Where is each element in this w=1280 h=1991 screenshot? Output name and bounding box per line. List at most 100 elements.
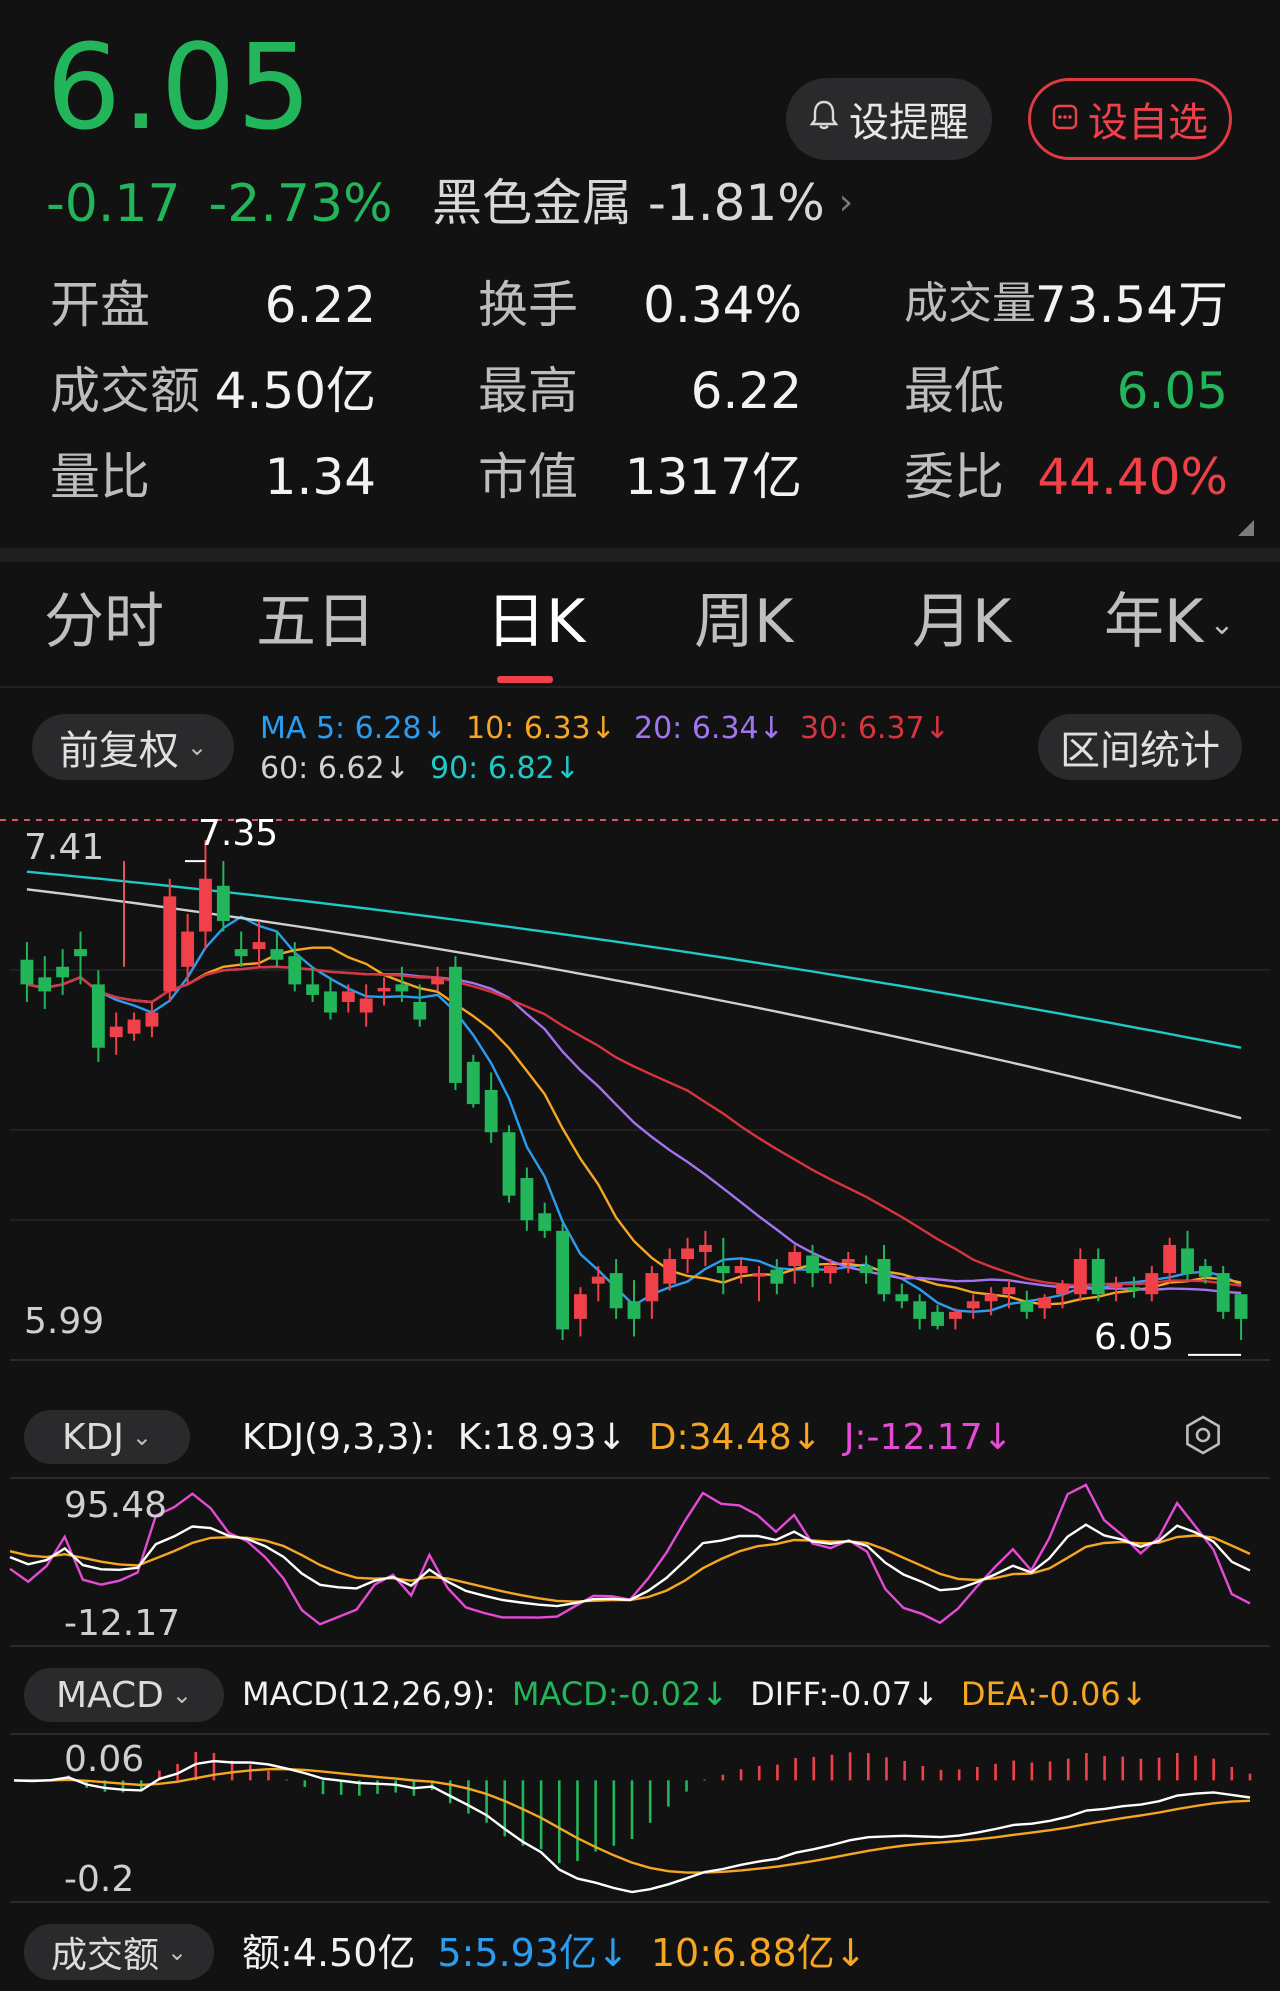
candle-body bbox=[734, 1266, 748, 1274]
active-tab-indicator bbox=[497, 676, 553, 683]
kdj-chart[interactable] bbox=[0, 1477, 1280, 1648]
kdj-j-line bbox=[9, 1483, 1251, 1626]
volume-values: 额:4.50亿 5:5.93亿↓ 10:6.88亿↓ bbox=[242, 1934, 888, 1972]
tab-yearly-k[interactable]: 年K ⌄ bbox=[1104, 592, 1235, 652]
candle-body bbox=[645, 1273, 659, 1302]
chevron-down-icon: ⌄ bbox=[131, 1423, 153, 1451]
candle-body bbox=[1163, 1244, 1177, 1274]
adjust-type-dropdown[interactable]: 前复权 ⌄ bbox=[32, 714, 234, 780]
candle-body bbox=[1145, 1273, 1159, 1295]
candle-body bbox=[895, 1294, 909, 1302]
candle-body bbox=[698, 1244, 712, 1252]
stat-open-value: 6.22 bbox=[264, 276, 376, 334]
kline-low-marker: 6.05 bbox=[1094, 1317, 1175, 1358]
stat-volratio-value: 1.34 bbox=[264, 448, 376, 506]
candle-body bbox=[234, 949, 248, 957]
settings-gear-icon[interactable] bbox=[1182, 1414, 1224, 1456]
interval-stats-button[interactable]: 区间统计 bbox=[1038, 714, 1242, 780]
candle-body bbox=[484, 1090, 498, 1133]
tab-weekly-k[interactable]: 周K bbox=[694, 592, 793, 652]
candle-body bbox=[377, 987, 391, 992]
candle-body bbox=[502, 1132, 516, 1196]
kdj-indicator-dropdown[interactable]: KDJ ⌄ bbox=[24, 1410, 190, 1464]
candle-body bbox=[431, 977, 445, 985]
candle-body bbox=[770, 1269, 784, 1284]
stat-mktcap-label: 市值 bbox=[478, 448, 578, 506]
candle-body bbox=[20, 959, 34, 985]
tab-five-day[interactable]: 五日 bbox=[256, 592, 376, 652]
kdj-d: D:34.48↓ bbox=[648, 1417, 822, 1458]
macd-label: MACD bbox=[55, 1674, 164, 1716]
tab-daily-k[interactable]: 日K bbox=[486, 592, 585, 652]
volume-indicator-dropdown[interactable]: 成交额 ⌄ bbox=[24, 1924, 214, 1980]
candle-body bbox=[56, 966, 70, 978]
candle-body bbox=[1020, 1301, 1034, 1312]
candle-body bbox=[199, 878, 212, 932]
ma5-line bbox=[26, 915, 1242, 1314]
candle-body bbox=[931, 1311, 944, 1326]
stat-low-label: 最低 bbox=[904, 362, 1004, 420]
macd-params: MACD(12,26,9): bbox=[242, 1675, 496, 1713]
kdj-j: J:-12.17↓ bbox=[843, 1417, 1013, 1458]
candle-body bbox=[609, 1273, 623, 1309]
kdj-values: KDJ(9,3,3): K:18.93↓ D:34.48↓ J:-12.17↓ bbox=[242, 1420, 1035, 1456]
stat-volume-value: 73.54万 bbox=[1034, 276, 1228, 334]
add-watchlist-button[interactable]: 设自选 bbox=[1028, 78, 1232, 160]
ma60-legend: 60: 6.62↓ bbox=[260, 751, 410, 786]
candle-body bbox=[966, 1301, 980, 1309]
ma10-line bbox=[26, 946, 1242, 1306]
macd-diff: DIFF:-0.07↓ bbox=[750, 1675, 939, 1713]
candle-body bbox=[556, 1230, 570, 1330]
candle-body bbox=[1216, 1273, 1230, 1312]
stat-volratio-label: 量比 bbox=[50, 448, 150, 506]
candle-body bbox=[466, 1061, 480, 1105]
volume-amount: 额:4.50亿 bbox=[242, 1931, 416, 1975]
add-watchlist-label: 设自选 bbox=[1088, 100, 1208, 146]
candle-body bbox=[1091, 1259, 1105, 1295]
last-price: 6.05 bbox=[46, 18, 313, 156]
candle-body bbox=[877, 1259, 891, 1295]
candle-body bbox=[109, 1026, 123, 1038]
chevron-down-icon: ⌄ bbox=[171, 1681, 193, 1709]
set-alert-label: 设提醒 bbox=[849, 100, 969, 146]
candle-body bbox=[538, 1213, 552, 1231]
candle-body bbox=[324, 991, 337, 1013]
stat-bidratio-value: 44.40% bbox=[1037, 448, 1228, 506]
volume-ma5: 5:5.93亿↓ bbox=[437, 1931, 629, 1975]
kline-chart[interactable] bbox=[0, 800, 1280, 1361]
candle-body bbox=[181, 931, 195, 967]
candle-body bbox=[1109, 1283, 1123, 1288]
expand-corner-icon[interactable] bbox=[1238, 520, 1254, 536]
tab-yearly-k-label: 年K bbox=[1104, 587, 1204, 657]
stat-amount-value: 4.50亿 bbox=[214, 362, 376, 420]
candle-body bbox=[413, 1001, 427, 1020]
macd-indicator-dropdown[interactable]: MACD ⌄ bbox=[24, 1668, 224, 1722]
macd-chart[interactable] bbox=[0, 1733, 1280, 1904]
candle-body bbox=[395, 984, 409, 992]
change-percent: -2.73% bbox=[208, 174, 393, 234]
candle-body bbox=[948, 1311, 962, 1319]
watchlist-icon bbox=[1052, 100, 1078, 138]
tab-monthly-k[interactable]: 月K bbox=[912, 592, 1011, 652]
candle-body bbox=[449, 966, 462, 1083]
kdj-label: KDJ bbox=[61, 1416, 124, 1458]
candle-body bbox=[913, 1301, 927, 1319]
change-amount: -0.17 bbox=[46, 174, 181, 234]
kdj-params: KDJ(9,3,3): bbox=[242, 1417, 436, 1458]
candle-body bbox=[716, 1266, 730, 1274]
kline-high-marker: 7.35 bbox=[198, 813, 279, 854]
candle-body bbox=[306, 984, 320, 995]
set-alert-button[interactable]: 设提醒 bbox=[786, 78, 992, 160]
candle-body bbox=[1127, 1287, 1141, 1291]
macd-dea: DEA:-0.06↓ bbox=[960, 1675, 1148, 1713]
candle-body bbox=[270, 949, 284, 960]
ma30-legend: 30: 6.37↓ bbox=[800, 711, 950, 746]
bell-icon bbox=[809, 99, 839, 139]
kdj-axis-top: 95.48 bbox=[64, 1485, 168, 1526]
tab-intraday[interactable]: 分时 bbox=[44, 592, 164, 652]
sector-link[interactable]: 黑色金属 -1.81% › bbox=[432, 178, 853, 228]
kdj-d-line bbox=[9, 1534, 1251, 1603]
kline-axis-top: 7.41 bbox=[24, 827, 105, 868]
volume-label: 成交额 bbox=[50, 1935, 159, 1976]
price-change: -0.17 -2.73% bbox=[46, 178, 421, 230]
